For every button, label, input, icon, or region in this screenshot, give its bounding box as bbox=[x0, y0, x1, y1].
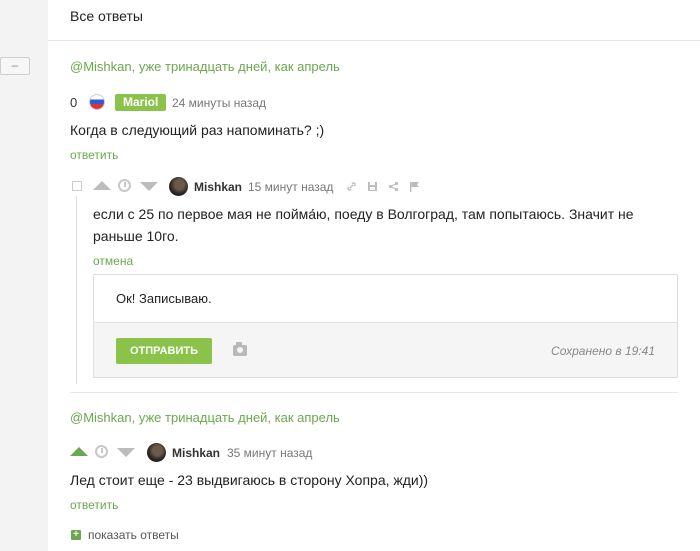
save-icon[interactable] bbox=[367, 181, 378, 195]
reply-form-footer: ОТПРАВИТЬ Сохранено в 19:41 bbox=[94, 322, 677, 377]
thread-title-link[interactable]: @Mishkan, уже тринадцать дней, как апрел… bbox=[70, 59, 340, 74]
collapse-checkbox[interactable] bbox=[72, 181, 82, 191]
downvote-icon[interactable] bbox=[117, 448, 135, 457]
author-name[interactable]: Mishkan bbox=[172, 446, 220, 460]
link-icon[interactable] bbox=[346, 181, 357, 195]
comment-time[interactable]: 15 минут назад bbox=[248, 180, 333, 194]
reply-link[interactable]: ответить bbox=[70, 498, 118, 512]
cancel-link[interactable]: отмена bbox=[93, 254, 133, 268]
collapse-button[interactable]: – bbox=[0, 57, 30, 75]
left-column: – bbox=[0, 0, 48, 551]
reply-textarea[interactable]: Ок! Записываю. bbox=[116, 291, 212, 306]
downvote-icon[interactable] bbox=[140, 182, 158, 191]
share-icon[interactable] bbox=[388, 181, 399, 195]
flag-icon[interactable] bbox=[409, 181, 420, 195]
all-answers-heading: Все ответы bbox=[70, 8, 143, 24]
divider bbox=[48, 40, 700, 41]
comment-rating: 0 bbox=[70, 95, 78, 110]
comment-text: Лед стоит еще - 23 выдвигаюсь в сторону … bbox=[70, 472, 429, 488]
clock-icon[interactable] bbox=[118, 179, 131, 192]
upvote-icon[interactable] bbox=[93, 181, 111, 190]
comment-time[interactable]: 35 минут назад bbox=[227, 446, 312, 460]
clock-icon[interactable] bbox=[95, 445, 108, 458]
reply-form: Ок! Записываю. ОТПРАВИТЬ Сохранено в 19:… bbox=[93, 274, 678, 378]
reply-link[interactable]: ответить bbox=[70, 148, 118, 162]
author-tag[interactable]: Mariol bbox=[115, 94, 167, 111]
comment-time[interactable]: 24 минуты назад bbox=[172, 96, 266, 110]
thread-line[interactable] bbox=[76, 196, 77, 384]
avatar[interactable] bbox=[147, 443, 166, 462]
avatar[interactable] bbox=[89, 94, 105, 110]
upvote-icon[interactable] bbox=[70, 447, 88, 456]
comment-text: Когда в следующий раз напоминать? ;) bbox=[70, 122, 325, 138]
send-button[interactable]: ОТПРАВИТЬ bbox=[116, 338, 212, 364]
divider bbox=[70, 392, 678, 393]
show-answers-link[interactable]: показать ответы bbox=[88, 528, 179, 542]
plus-icon[interactable]: + bbox=[71, 530, 81, 540]
avatar[interactable] bbox=[169, 177, 188, 196]
thread-title-link[interactable]: @Mishkan, уже тринадцать дней, как апрел… bbox=[70, 410, 340, 425]
comments-panel: Все ответы @Mishkan, уже тринадцать дней… bbox=[48, 0, 700, 551]
saved-status: Сохранено в 19:41 bbox=[551, 344, 655, 358]
camera-icon[interactable] bbox=[233, 342, 247, 356]
author-name[interactable]: Mishkan bbox=[194, 180, 242, 194]
comment-text: если с 25 по первое мая не пойма́ю, поед… bbox=[93, 206, 634, 244]
